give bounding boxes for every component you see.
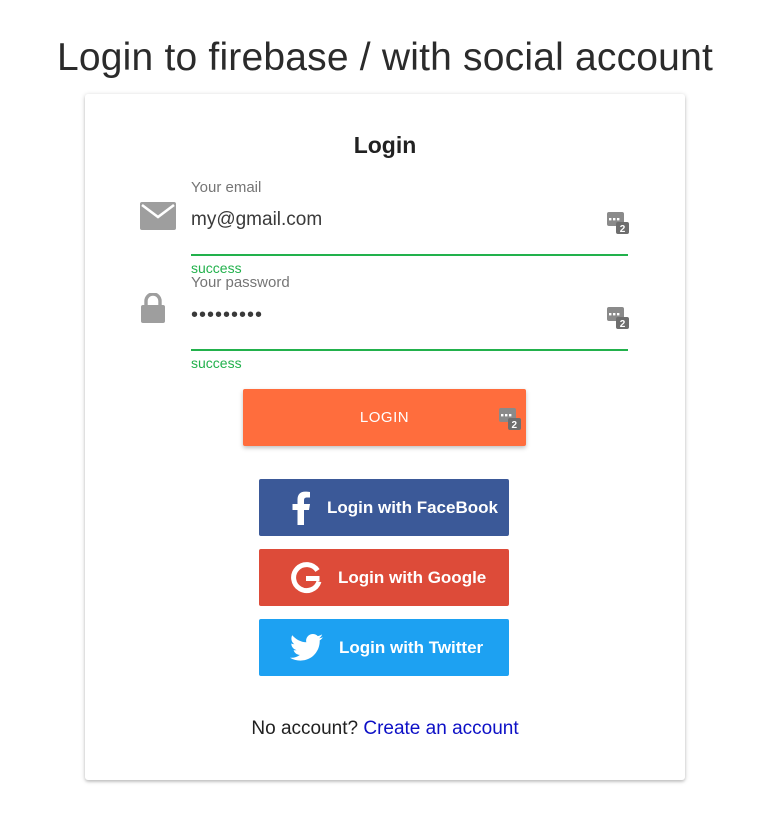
google-login-label: Login with Google	[338, 568, 487, 587]
twitter-login-button[interactable]: Login with Twitter	[259, 619, 509, 676]
svg-text:2: 2	[620, 224, 626, 234]
signup-prompt: No account? Create an account	[85, 718, 685, 740]
svg-text:2: 2	[620, 319, 626, 329]
password-manager-icon[interactable]: 2	[607, 212, 629, 239]
login-card: Login Your email 2 success	[85, 94, 685, 780]
twitter-icon	[289, 634, 323, 666]
password-underline	[191, 349, 628, 351]
email-label: Your email	[191, 179, 262, 196]
twitter-login-label: Login with Twitter	[339, 638, 484, 657]
login-button[interactable]: LOGIN 2	[243, 389, 526, 446]
password-manager-icon[interactable]: 2	[607, 307, 629, 334]
page-title: Login to firebase / with social account	[56, 36, 713, 79]
password-input[interactable]	[191, 298, 591, 332]
create-account-link[interactable]: Create an account	[363, 718, 518, 739]
password-status: success	[191, 355, 242, 371]
email-underline	[191, 254, 628, 256]
google-icon	[290, 562, 322, 599]
facebook-login-button[interactable]: Login with FaceBook	[259, 479, 509, 536]
no-account-text: No account?	[251, 718, 359, 739]
email-field-group: Your email 2 success	[85, 176, 685, 286]
card-title: Login	[353, 132, 417, 158]
password-manager-icon[interactable]: 2	[499, 408, 521, 434]
envelope-icon	[140, 202, 176, 235]
password-label: Your password	[191, 274, 290, 291]
facebook-icon	[292, 491, 310, 530]
facebook-login-label: Login with FaceBook	[327, 498, 498, 517]
svg-text:2: 2	[511, 420, 517, 430]
lock-icon	[141, 292, 165, 328]
google-login-button[interactable]: Login with Google	[259, 549, 509, 606]
password-field-group: Your password 2 success	[85, 271, 685, 381]
login-button-label: LOGIN	[359, 409, 410, 426]
email-input[interactable]	[191, 203, 591, 237]
